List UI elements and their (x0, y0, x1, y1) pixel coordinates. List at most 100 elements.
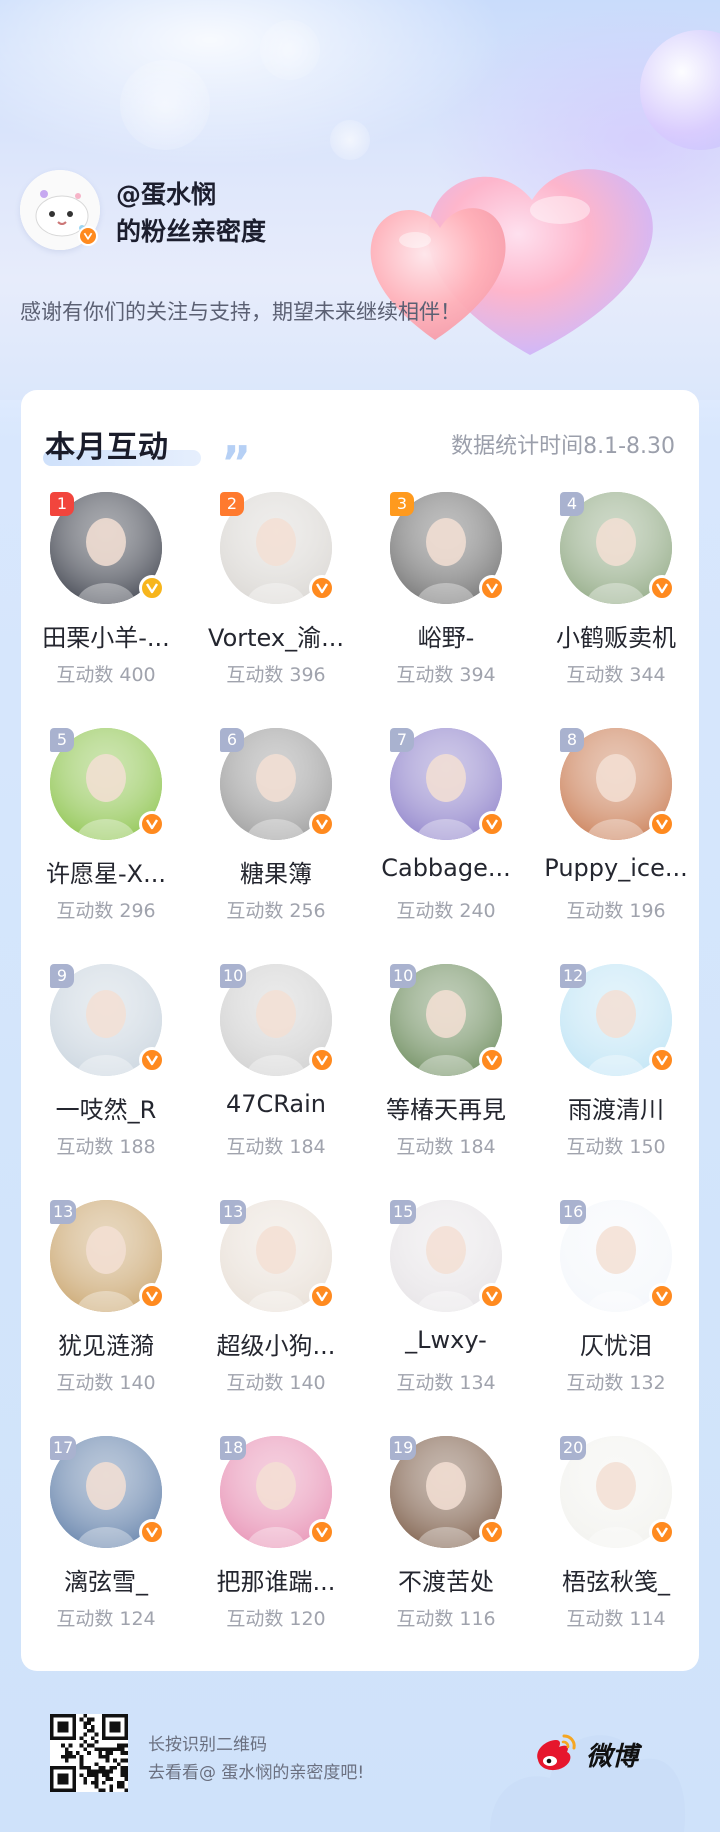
fan-item[interactable]: 13 超级小狗... 互动数 140 (191, 1200, 361, 1436)
stats-date-range: 数据统计时间8.1-8.30 (451, 434, 675, 459)
rank-badge: 8 (560, 728, 584, 752)
fan-name[interactable]: Vortex_渝... (193, 618, 359, 653)
card-header: 本月互动 ” (43, 422, 251, 486)
verified-badge-icon (309, 1047, 335, 1073)
interaction-card: 本月互动 ” 数据统计时间8.1-8.30 1 田栗小羊-... 互动数 400 2 V… (21, 390, 699, 1671)
fan-name[interactable]: 许愿星-X... (23, 854, 189, 889)
page-subtitle: 的粉丝亲密度 (116, 217, 267, 246)
fan-name[interactable]: 把那谁踹... (193, 1562, 359, 1597)
fan-name[interactable]: 糖果簿 (193, 854, 359, 889)
fan-item[interactable]: 12 雨渡清川互动数 150 (531, 964, 701, 1200)
qr-code[interactable] (50, 1714, 128, 1792)
interaction-count: 互动数 396 (226, 664, 326, 686)
rank-badge: 4 (560, 492, 584, 516)
interaction-count: 互动数 188 (56, 1136, 156, 1158)
fan-name[interactable]: 犹见涟漪 (23, 1326, 189, 1361)
verified-badge-icon (649, 1519, 675, 1545)
fan-name[interactable]: Cabbage... (363, 854, 529, 882)
rank-badge: 15 (390, 1200, 417, 1224)
interaction-count: 互动数 240 (396, 900, 496, 922)
fan-name[interactable]: 梧弦秋笺_ (533, 1562, 699, 1597)
footer: 长按识别二维码 去看看@ 蛋水悯的亲密度吧! 微博 (0, 1690, 720, 1832)
weibo-logo: 微博 (530, 1728, 660, 1778)
verified-badge-icon (139, 1047, 165, 1073)
interaction-count: 互动数 140 (226, 1372, 326, 1394)
rank-badge: 13 (220, 1200, 247, 1224)
interaction-count: 互动数 394 (396, 664, 496, 686)
rank-badge: 13 (50, 1200, 77, 1224)
interaction-count: 互动数 120 (226, 1608, 326, 1630)
interaction-count: 互动数 140 (56, 1372, 156, 1394)
fan-name[interactable]: 仄忧泪 (533, 1326, 699, 1361)
verified-badge-icon (139, 575, 165, 601)
verified-badge-icon (309, 575, 335, 601)
hero-banner: @蛋水悯 的粉丝亲密度 感谢有你们的关注与支持，期望未来继续相伴！ (0, 0, 720, 400)
fan-name[interactable]: 漓弦雪_ (23, 1562, 189, 1597)
rank-badge: 3 (390, 492, 414, 516)
rank-badge: 16 (560, 1200, 587, 1224)
rank-badge: 9 (50, 964, 74, 988)
fan-item[interactable]: 3 峪野- 互动数 394 (361, 492, 531, 728)
fan-name[interactable]: 雨渡清川 (533, 1090, 699, 1125)
fan-item[interactable]: 13 犹见涟漪互动数 140 (21, 1200, 191, 1436)
verified-badge-icon (649, 1283, 675, 1309)
verified-badge-icon (139, 1283, 165, 1309)
verified-badge-icon (649, 1047, 675, 1073)
fan-name[interactable]: 等椿天再見 (363, 1090, 529, 1125)
fan-name[interactable]: 一吱然_R (23, 1090, 189, 1125)
fan-item[interactable]: 4 小鹤贩卖机互动数 344 (531, 492, 701, 728)
rank-badge: 2 (220, 492, 244, 516)
rank-badge: 1 (50, 492, 74, 516)
fan-item[interactable]: 9 一吱然_R 互动数 188 (21, 964, 191, 1200)
verified-badge-icon (479, 1283, 505, 1309)
fan-name[interactable]: 田栗小羊-... (23, 618, 189, 653)
fan-item[interactable]: 20 梧弦秋笺_ 互动数 114 (531, 1436, 701, 1672)
fan-item[interactable]: 6 糖果簿 互动数 256 (191, 728, 361, 964)
fan-item[interactable]: 17 漓弦雪_ 互动数 124 (21, 1436, 191, 1672)
verified-badge-icon (309, 811, 335, 837)
card-title: 本月互动 (45, 430, 169, 465)
fan-item[interactable]: 8 Puppy_ice... 互动数 196 (531, 728, 701, 964)
fan-name[interactable]: 峪野- (363, 618, 529, 653)
verified-badge-icon (649, 575, 675, 601)
verified-badge-icon (479, 1519, 505, 1545)
verified-badge-icon (309, 1283, 335, 1309)
qr-code-icon (50, 1714, 128, 1792)
fan-item[interactable]: 7 Cabbage... 互动数 240 (361, 728, 531, 964)
fan-name[interactable]: 47CRain (193, 1090, 359, 1118)
fan-name[interactable]: 不渡苦处 (363, 1562, 529, 1597)
fan-item[interactable]: 18 把那谁踹... 互动数 120 (191, 1436, 361, 1672)
fan-item[interactable]: 2 Vortex_渝... 互动数 396 (191, 492, 361, 728)
bokeh-light (260, 20, 320, 80)
footer-instruction: 长按识别二维码 (148, 1735, 267, 1755)
interaction-count: 互动数 196 (566, 900, 666, 922)
rank-badge: 20 (560, 1436, 587, 1460)
verified-badge-icon (649, 811, 675, 837)
fan-name[interactable]: 小鹤贩卖机 (533, 618, 699, 653)
interaction-count: 互动数 344 (566, 664, 666, 686)
fan-item[interactable]: 10 47CRain 互动数 184 (191, 964, 361, 1200)
interaction-count: 互动数 184 (226, 1136, 326, 1158)
interaction-count: 互动数 116 (396, 1608, 496, 1630)
fan-name[interactable]: _Lwxy- (363, 1326, 529, 1354)
fan-name[interactable]: 超级小狗... (193, 1326, 359, 1361)
rank-badge: 5 (50, 728, 74, 752)
footer-prompt: 去看看@ 蛋水悯的亲密度吧! (148, 1763, 365, 1783)
interaction-count: 互动数 150 (566, 1136, 666, 1158)
interaction-count: 互动数 400 (56, 664, 156, 686)
fan-item[interactable]: 15 _Lwxy- 互动数 134 (361, 1200, 531, 1436)
fan-item[interactable]: 19 不渡苦处互动数 116 (361, 1436, 531, 1672)
fan-name[interactable]: Puppy_ice... (533, 854, 699, 882)
interaction-count: 互动数 124 (56, 1608, 156, 1630)
fan-item[interactable]: 10 等椿天再見 互动数 184 (361, 964, 531, 1200)
hearts-illustration (370, 169, 653, 355)
verified-badge-icon (78, 226, 98, 246)
rank-badge: 19 (390, 1436, 417, 1460)
interaction-count: 互动数 134 (396, 1372, 496, 1394)
profile-username[interactable]: @蛋水悯 (116, 175, 216, 211)
fan-item[interactable]: 5 许愿星-X... 互动数 296 (21, 728, 191, 964)
fan-item[interactable]: 16 仄忧泪 互动数 132 (531, 1200, 701, 1436)
rank-badge: 10 (220, 964, 247, 988)
rank-badge: 12 (560, 964, 587, 988)
fan-item[interactable]: 1 田栗小羊-... 互动数 400 (21, 492, 191, 728)
